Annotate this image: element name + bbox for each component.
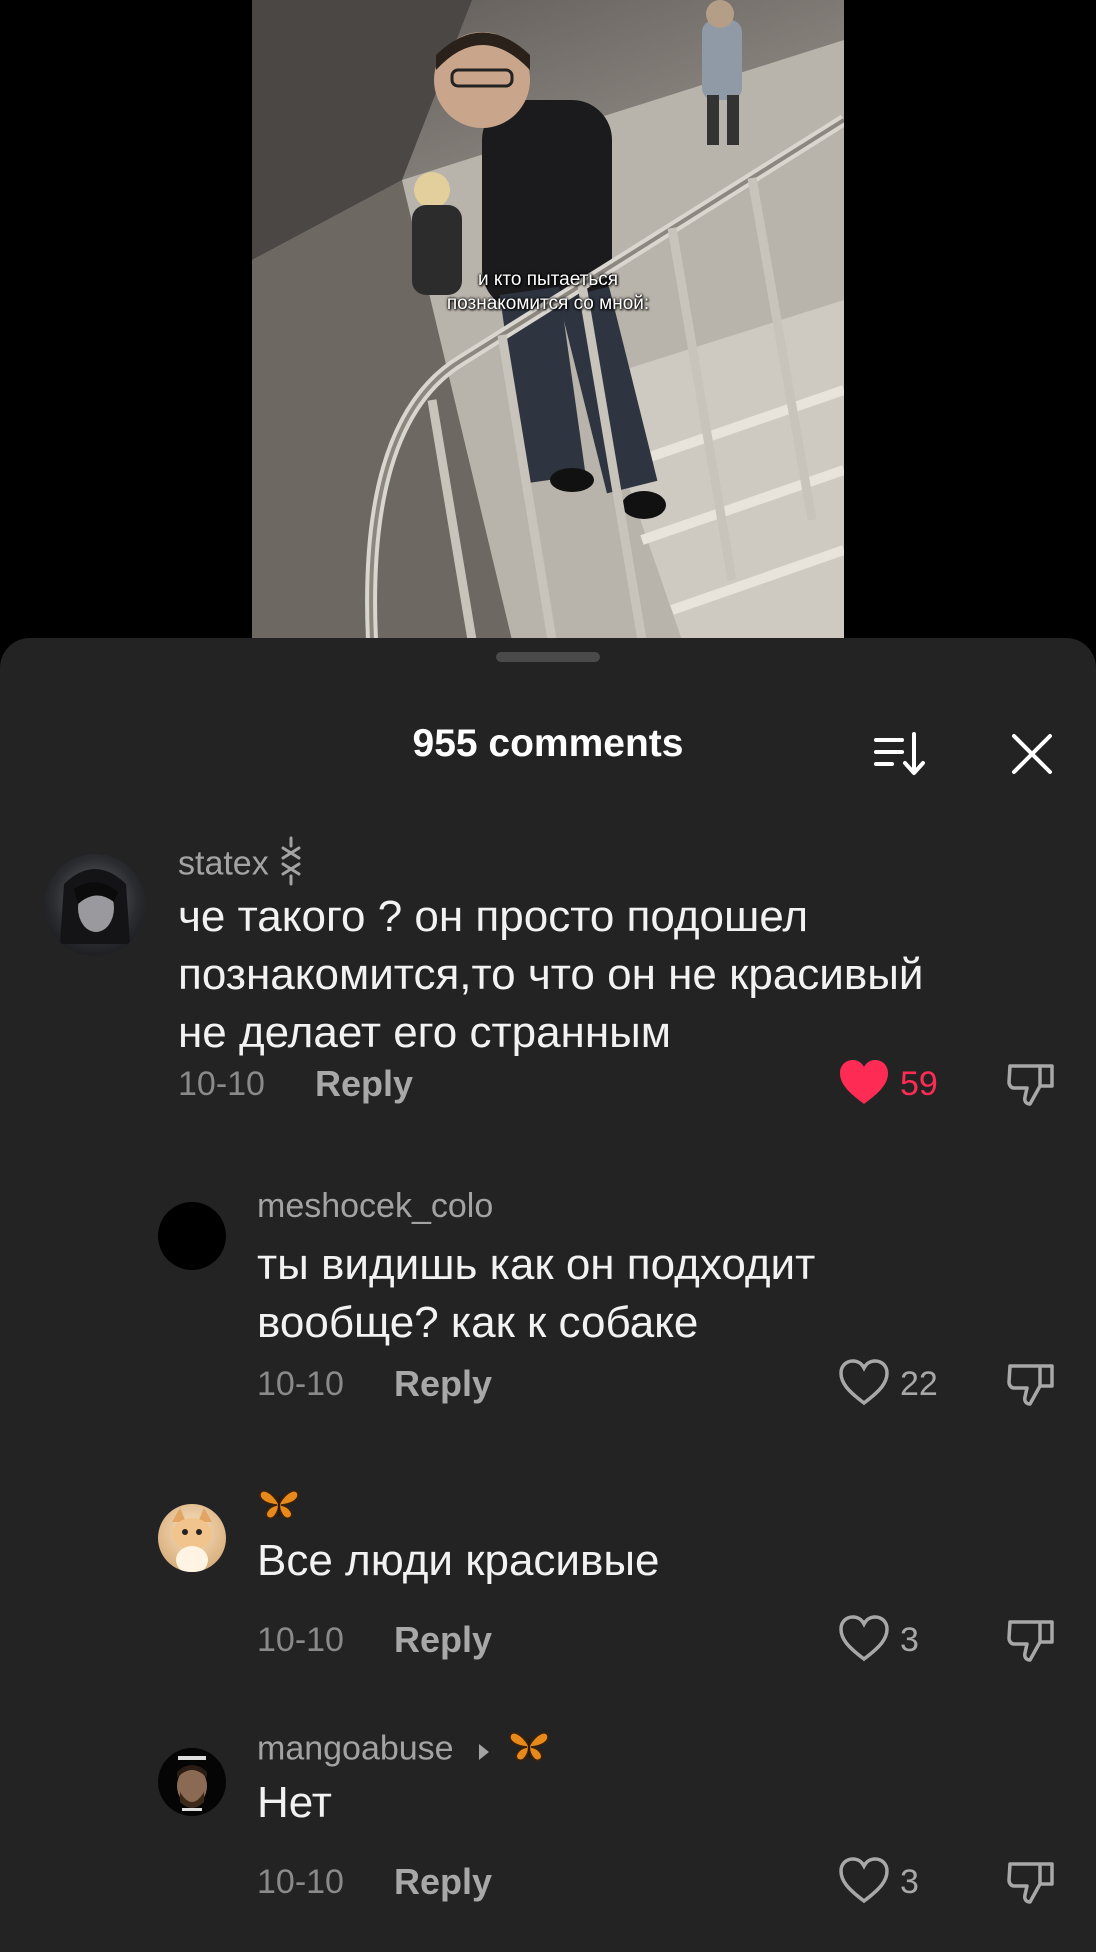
comment-date: 10-10 <box>178 1065 265 1103</box>
dislike-button[interactable] <box>1006 1856 1058 1906</box>
reply-comment-item: mangoabuse Нет 10-10 Reply 3 <box>0 1728 1096 1928</box>
comment-text: Нет <box>257 1774 1096 1832</box>
comment-meta: 10-10 Reply 3 <box>257 1856 1096 1906</box>
sort-button[interactable] <box>872 726 928 782</box>
heart-outline-icon <box>839 1615 889 1662</box>
reply-button[interactable]: Reply <box>394 1620 492 1660</box>
comment-date: 10-10 <box>257 1863 344 1901</box>
like-button[interactable] <box>838 1614 890 1664</box>
comment-meta: 10-10 Reply 59 <box>178 1058 1078 1108</box>
sort-icon <box>874 732 925 775</box>
like-count: 3 <box>900 1621 919 1659</box>
video-frame: и кто пытаеться познакомится со мной: <box>252 0 844 640</box>
reply-button[interactable]: Reply <box>315 1064 413 1104</box>
butterfly-icon <box>507 1728 551 1773</box>
dislike-button[interactable] <box>1006 1058 1058 1108</box>
comment-text-line: вообще? как к собаке <box>257 1298 699 1347</box>
heart-outline-icon <box>839 1857 889 1904</box>
comment-meta: 10-10 Reply 3 <box>257 1614 1096 1664</box>
comment-text-line: не делает его странным <box>178 1008 672 1057</box>
comments-sheet: 955 comments statex че такого ? он прост… <box>0 638 1096 1952</box>
video-scene <box>252 0 844 640</box>
comment-username[interactable] <box>257 1486 301 1531</box>
avatar[interactable] <box>44 854 146 956</box>
comment-username[interactable]: meshocek_colo <box>257 1186 493 1226</box>
comment-date: 10-10 <box>257 1621 344 1659</box>
reply-button[interactable]: Reply <box>394 1364 492 1404</box>
like-count: 22 <box>900 1365 938 1403</box>
comment-text-line: че такого ? он просто подошел <box>178 892 809 941</box>
chain-link-icon <box>277 836 305 895</box>
drag-handle[interactable] <box>496 652 600 662</box>
close-icon <box>1012 734 1052 774</box>
comment-text-line: Нет <box>257 1778 332 1827</box>
comment-date: 10-10 <box>257 1365 344 1403</box>
heart-outline-icon <box>839 1359 889 1406</box>
like-count: 3 <box>900 1863 919 1901</box>
like-button[interactable] <box>838 1358 890 1408</box>
thumbs-down-icon <box>1007 1364 1054 1406</box>
dislike-button[interactable] <box>1006 1614 1058 1664</box>
heart-filled-icon <box>840 1060 888 1104</box>
comment-text-line: ты видишь как он подходит <box>257 1240 816 1289</box>
comment-text: ты видишь как он подходит вообще? как к … <box>257 1236 1096 1352</box>
comment-username[interactable]: statex <box>178 836 305 895</box>
avatar[interactable] <box>158 1202 226 1270</box>
thumbs-down-icon <box>1007 1620 1054 1662</box>
video-caption-line: и кто пытаеться <box>477 269 619 290</box>
like-count: 59 <box>900 1065 938 1103</box>
reply-arrow-icon <box>477 1731 491 1771</box>
comment-text-line: Все люди красивые <box>257 1536 660 1585</box>
video-player[interactable]: и кто пытаеться познакомится со мной: <box>0 0 1096 640</box>
avatar[interactable] <box>158 1504 226 1572</box>
username-text: statex <box>178 844 269 883</box>
thumbs-down-icon <box>1007 1064 1054 1106</box>
like-button[interactable] <box>838 1058 890 1108</box>
comments-count-title: 955 comments <box>412 722 684 765</box>
video-caption-line: познакомится со мной: <box>446 293 650 314</box>
thumbs-down-icon <box>1007 1862 1054 1904</box>
dislike-button[interactable] <box>1006 1358 1058 1408</box>
comment-text-line: познакомится,то что он не красивый <box>178 950 924 999</box>
username-text: mangoabuse <box>257 1729 454 1768</box>
avatar[interactable] <box>158 1748 226 1816</box>
comment-item: statex че такого ? он просто подошел поз… <box>0 824 1096 1114</box>
kitten-avatar-image <box>172 1508 212 1572</box>
comment-username[interactable]: mangoabuse <box>257 1728 551 1773</box>
video-caption: и кто пытаеться познакомится со мной: <box>252 268 844 316</box>
portrait-avatar-image <box>177 1756 207 1811</box>
reply-comment-item: meshocek_colo ты видишь как он подходит … <box>0 1186 1096 1416</box>
reply-button[interactable]: Reply <box>394 1862 492 1902</box>
comment-text: Все люди красивые <box>257 1532 1096 1590</box>
butterfly-icon <box>257 1486 301 1531</box>
avatar-image <box>60 869 130 944</box>
like-button[interactable] <box>838 1856 890 1906</box>
comment-meta: 10-10 Reply 22 <box>257 1358 1096 1408</box>
comment-text: че такого ? он просто подошел познакомит… <box>178 888 1078 1062</box>
close-button[interactable] <box>1004 726 1060 782</box>
reply-comment-item: Все люди красивые 10-10 Reply 3 <box>0 1486 1096 1676</box>
